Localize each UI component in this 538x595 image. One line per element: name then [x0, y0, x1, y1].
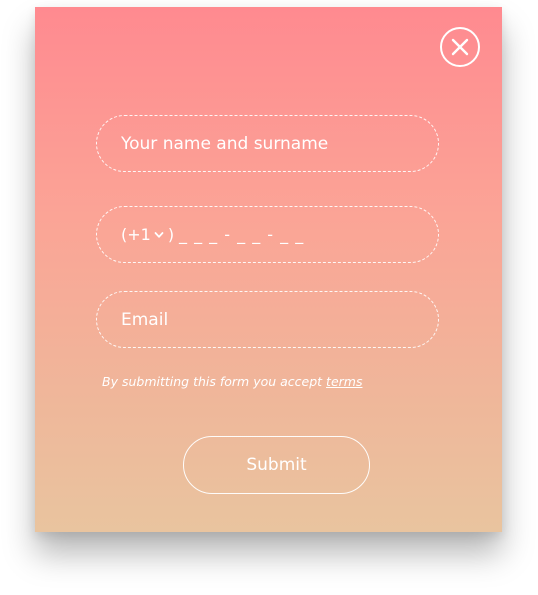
email-input[interactable] — [121, 292, 411, 347]
email-field-container — [96, 291, 439, 348]
country-code-value: (+1 — [121, 225, 151, 244]
submit-button[interactable]: Submit — [183, 436, 370, 494]
country-code-close-paren: ) — [167, 225, 175, 244]
name-input[interactable] — [121, 116, 411, 171]
phone-field-container: (+1 ) _ _ _ - _ _ - _ _ — [96, 206, 439, 263]
signup-modal: (+1 ) _ _ _ - _ _ - _ _ By submitting th… — [35, 7, 502, 532]
phone-input[interactable]: _ _ _ - _ _ - _ _ — [179, 207, 304, 262]
chevron-down-icon — [154, 231, 164, 239]
terms-link[interactable]: terms — [326, 374, 362, 389]
close-icon — [451, 38, 469, 56]
name-field-container — [96, 115, 439, 172]
country-code-select[interactable]: (+1 ) — [121, 207, 174, 262]
terms-text: By submitting this form you accept — [102, 374, 327, 389]
terms-notice: By submitting this form you accept terms — [102, 374, 362, 389]
close-button[interactable] — [440, 27, 480, 67]
